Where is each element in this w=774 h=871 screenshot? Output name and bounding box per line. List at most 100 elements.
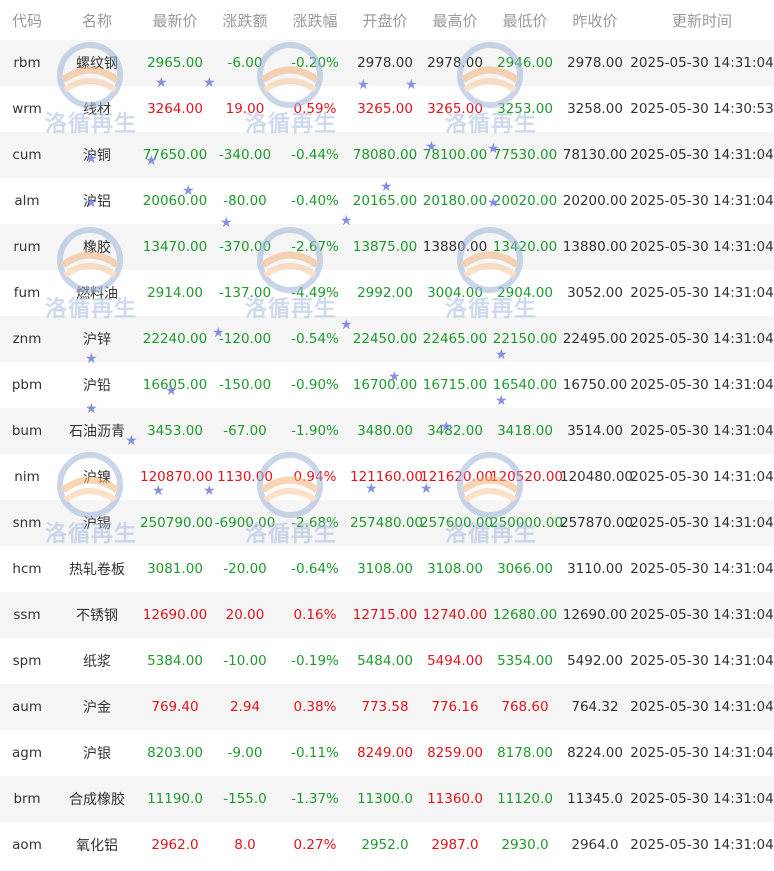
cell-last: 120870.00	[140, 454, 213, 500]
cell-update-time: 2025-05-30 14:31:04	[630, 132, 774, 178]
col-header-prev-close: 昨收价	[572, 11, 618, 30]
cell-high: 13880.00	[420, 224, 490, 270]
table-row[interactable]: spm 纸浆 5384.00 -10.00 -0.19% 5484.00 5494.00 53…	[0, 638, 774, 684]
cell-change-pct: 0.94%	[280, 454, 350, 500]
cell-change: -150.00	[210, 362, 280, 408]
cell-update-time: 2025-05-30 14:31:04	[630, 500, 774, 546]
cell-change: 8.0	[210, 822, 280, 868]
table-row[interactable]: pbm 沪铅 16605.00 -150.00 -0.90% 16700.00 16715.…	[0, 362, 774, 408]
cell-change-pct: -0.11%	[280, 730, 350, 776]
cell-prev-close: 78130.00	[560, 132, 630, 178]
col-header-code: 代码	[11, 11, 42, 30]
cell-name: 沪铝	[54, 178, 140, 224]
cell-high: 121620.00	[420, 454, 493, 500]
table-row[interactable]: hcm 热轧卷板 3081.00 -20.00 -0.64% 3108.00 3108.00…	[0, 546, 774, 592]
cell-name: 合成橡胶	[54, 776, 140, 822]
cell-low: 20020.00	[490, 178, 560, 224]
cell-low: 13420.00	[490, 224, 560, 270]
cell-prev-close: 3110.00	[560, 546, 630, 592]
cell-update-time: 2025-05-30 14:31:04	[630, 454, 774, 500]
cell-name: 沪铅	[54, 362, 140, 408]
table-row[interactable]: fum 燃料油 2914.00 -137.00 -4.49% 2992.00 3004.00…	[0, 270, 774, 316]
table-row[interactable]: aom 氧化铝 2962.0 8.0 0.27% 2952.0 2987.0 2930.0 29…	[0, 822, 774, 868]
table-row[interactable]: snm 沪锡 250790.00 -6900.00 -2.68% 257480.00 257…	[0, 500, 774, 546]
cell-code: agm	[0, 730, 54, 776]
cell-change-pct: -1.37%	[280, 776, 350, 822]
cell-name: 不锈钢	[54, 592, 140, 638]
table-row[interactable]: wrm 线材 3264.00 19.00 0.59% 3265.00 3265.00 3253…	[0, 86, 774, 132]
cell-high: 2978.00	[420, 40, 490, 86]
cell-high: 22465.00	[420, 316, 490, 362]
cell-update-time: 2025-05-30 14:31:04	[630, 224, 774, 270]
table-row[interactable]: agm 沪银 8203.00 -9.00 -0.11% 8249.00 8259.00 817…	[0, 730, 774, 776]
cell-update-time: 2025-05-30 14:31:04	[630, 270, 774, 316]
table-row[interactable]: bum 石油沥青 3453.00 -67.00 -1.90% 3480.00 3482.00…	[0, 408, 774, 454]
cell-prev-close: 3052.00	[560, 270, 630, 316]
cell-code: alm	[0, 178, 54, 224]
cell-change-pct: -0.90%	[280, 362, 350, 408]
cell-code: bum	[0, 408, 54, 454]
cell-open: 2978.00	[350, 40, 420, 86]
cell-change-pct: 0.59%	[280, 86, 350, 132]
cell-open: 3480.00	[350, 408, 420, 454]
cell-name: 沪银	[54, 730, 140, 776]
cell-last: 2965.00	[140, 40, 210, 86]
cell-code: hcm	[0, 546, 54, 592]
table-row[interactable]: cum 沪铜 77650.00 -340.00 -0.44% 78080.00 78100.…	[0, 132, 774, 178]
cell-change-pct: -0.40%	[280, 178, 350, 224]
futures-quote-table: 代码 名称 最新价 涨跌额 涨跌幅 开盘价 最高价 最低价 昨收价 更新时间 r…	[0, 0, 774, 868]
cell-last: 20060.00	[140, 178, 210, 224]
cell-open: 2992.00	[350, 270, 420, 316]
cell-update-time: 2025-05-30 14:31:04	[630, 40, 774, 86]
cell-change: -80.00	[210, 178, 280, 224]
cell-change: -370.00	[210, 224, 280, 270]
cell-code: nim	[0, 454, 54, 500]
cell-high: 257600.00	[420, 500, 493, 546]
cell-change-pct: -0.20%	[280, 40, 350, 86]
col-header-change-pct: 涨跌幅	[292, 11, 338, 30]
cell-high: 11360.0	[420, 776, 490, 822]
cell-last: 22240.00	[140, 316, 210, 362]
cell-update-time: 2025-05-30 14:31:04	[630, 178, 774, 224]
cell-high: 12740.00	[420, 592, 490, 638]
table-row[interactable]: alm 沪铝 20060.00 -80.00 -0.40% 20165.00 20180.0…	[0, 178, 774, 224]
cell-prev-close: 3514.00	[560, 408, 630, 454]
cell-open: 2952.0	[350, 822, 420, 868]
table-row[interactable]: rbm 螺纹钢 2965.00 -6.00 -0.20% 2978.00 2978.00 29…	[0, 40, 774, 86]
cell-prev-close: 2978.00	[560, 40, 630, 86]
cell-prev-close: 22495.00	[560, 316, 630, 362]
table-row[interactable]: nim 沪镍 120870.00 1130.00 0.94% 121160.00 12162…	[0, 454, 774, 500]
cell-update-time: 2025-05-30 14:31:04	[630, 822, 774, 868]
cell-change-pct: -0.54%	[280, 316, 350, 362]
cell-name: 沪锌	[54, 316, 140, 362]
cell-code: pbm	[0, 362, 54, 408]
cell-low: 768.60	[490, 684, 560, 730]
cell-prev-close: 11345.0	[560, 776, 630, 822]
table-row[interactable]: brm 合成橡胶 11190.0 -155.0 -1.37% 11300.0 11360.0…	[0, 776, 774, 822]
cell-low: 8178.00	[490, 730, 560, 776]
cell-low: 2946.00	[490, 40, 560, 86]
cell-name: 石油沥青	[54, 408, 140, 454]
cell-change-pct: -2.67%	[280, 224, 350, 270]
cell-last: 3081.00	[140, 546, 210, 592]
cell-change: -6.00	[210, 40, 280, 86]
cell-prev-close: 3258.00	[560, 86, 630, 132]
cell-change: -6900.00	[210, 500, 280, 546]
table-header-row: 代码 名称 最新价 涨跌额 涨跌幅 开盘价 最高价 最低价 昨收价 更新时间	[0, 0, 774, 40]
cell-prev-close: 16750.00	[560, 362, 630, 408]
table-row[interactable]: ssm 不锈钢 12690.00 20.00 0.16% 12715.00 12740.00…	[0, 592, 774, 638]
cell-code: brm	[0, 776, 54, 822]
col-header-high: 最高价	[432, 11, 478, 30]
cell-change-pct: 0.27%	[280, 822, 350, 868]
table-row[interactable]: rum 橡胶 13470.00 -370.00 -2.67% 13875.00 13880.…	[0, 224, 774, 270]
table-row[interactable]: znm 沪锌 22240.00 -120.00 -0.54% 22450.00 22465.…	[0, 316, 774, 362]
cell-high: 20180.00	[420, 178, 490, 224]
cell-prev-close: 20200.00	[560, 178, 630, 224]
cell-change-pct: 0.16%	[280, 592, 350, 638]
cell-change: 20.00	[210, 592, 280, 638]
col-header-update-time: 更新时间	[671, 11, 732, 30]
cell-code: rbm	[0, 40, 54, 86]
cell-last: 8203.00	[140, 730, 210, 776]
table-row[interactable]: aum 沪金 769.40 2.94 0.38% 773.58 776.16 768.60 76…	[0, 684, 774, 730]
cell-code: aum	[0, 684, 54, 730]
